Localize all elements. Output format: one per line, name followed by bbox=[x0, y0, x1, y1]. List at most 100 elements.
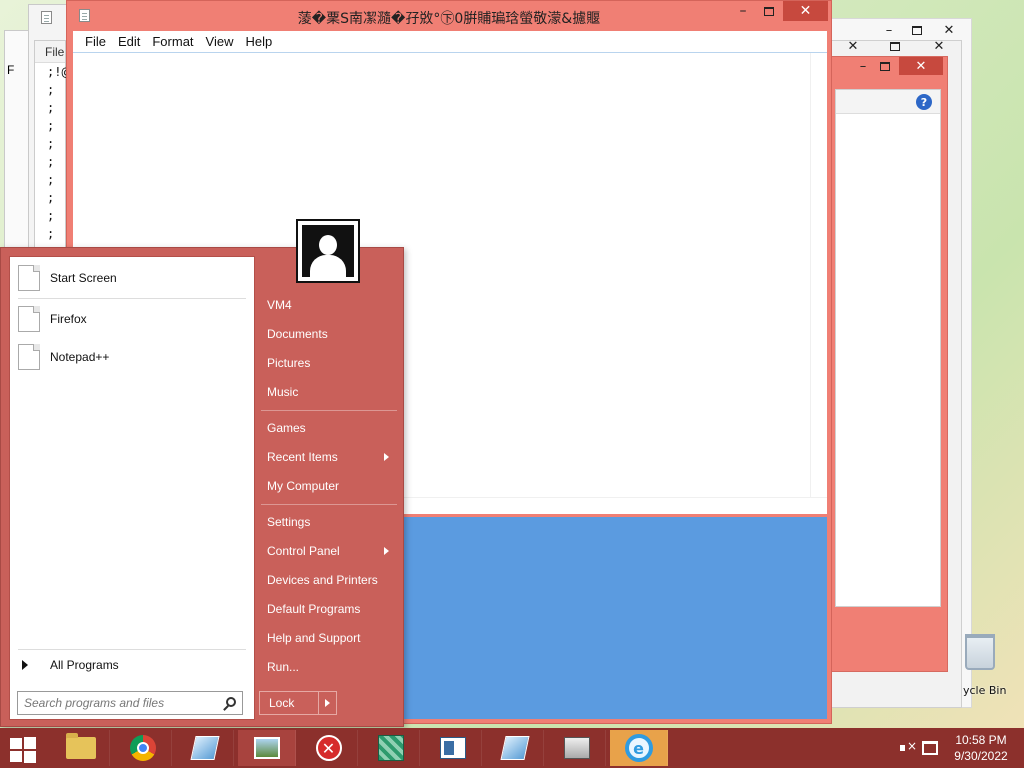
cube-app-icon bbox=[377, 735, 404, 761]
system-tray bbox=[890, 730, 938, 766]
start-link-control-panel[interactable]: Control Panel bbox=[259, 538, 399, 564]
maximize-icon bbox=[880, 61, 890, 71]
close-button[interactable]: ✕ bbox=[841, 37, 865, 55]
maximize-button[interactable] bbox=[883, 37, 907, 55]
recycle-bin[interactable]: ycle Bin bbox=[955, 630, 1015, 700]
separator bbox=[18, 298, 246, 299]
taskbar-cube-app[interactable] bbox=[362, 730, 420, 766]
search-input[interactable] bbox=[24, 696, 214, 710]
start-link-label: Pictures bbox=[267, 356, 311, 370]
lock-button[interactable]: Lock bbox=[259, 691, 337, 715]
peek-text-window[interactable]: File ;!@;;;;;;;;; bbox=[34, 40, 69, 250]
start-link-documents[interactable]: Documents bbox=[259, 321, 399, 347]
start-button[interactable] bbox=[8, 736, 38, 763]
search-icon[interactable] bbox=[226, 697, 236, 707]
start-link-recent-items[interactable]: Recent Items bbox=[259, 444, 399, 470]
taskbar-glass-app-2[interactable] bbox=[486, 730, 544, 766]
clock-date: 9/30/2022 bbox=[954, 749, 1008, 763]
taskbar-form-app[interactable] bbox=[424, 730, 482, 766]
pinned-item-firefox[interactable]: Firefox bbox=[18, 304, 246, 334]
user-icon bbox=[302, 225, 354, 277]
notepad-icon bbox=[41, 11, 52, 24]
taskbar-monitor-app[interactable] bbox=[548, 730, 606, 766]
vertical-scrollbar[interactable] bbox=[810, 53, 827, 497]
close-button[interactable]: ✕ bbox=[899, 57, 943, 75]
all-programs-button[interactable]: All Programs bbox=[18, 655, 246, 675]
network-icon[interactable] bbox=[922, 741, 938, 755]
internet-explorer-icon: e bbox=[624, 734, 653, 762]
close-button[interactable]: ✕ bbox=[923, 37, 955, 55]
file-icon bbox=[18, 265, 40, 291]
start-link-pictures[interactable]: Pictures bbox=[259, 350, 399, 376]
title-bar[interactable]: 蔆�䅇S南㓗瀡�孖敚°㊦0腁䝵㻞琀螢敬濛&攄䞁 – ✕ bbox=[67, 1, 831, 31]
minimize-button[interactable]: – bbox=[731, 1, 755, 21]
taskbar-internet-explorer[interactable]: e bbox=[610, 730, 668, 766]
file-icon bbox=[18, 344, 40, 370]
start-link-music[interactable]: Music bbox=[259, 379, 399, 405]
taskbar-file-explorer[interactable] bbox=[52, 730, 110, 766]
start-link-vm4[interactable]: VM4 bbox=[259, 292, 399, 318]
text-line: ; bbox=[47, 191, 55, 205]
error-app-icon: ✕ bbox=[315, 735, 342, 761]
lock-label: Lock bbox=[269, 696, 295, 710]
separator bbox=[18, 649, 246, 650]
menu-file-short[interactable]: F bbox=[7, 63, 14, 77]
start-link-label: Devices and Printers bbox=[267, 573, 378, 587]
file-icon bbox=[18, 306, 40, 332]
text-line: ; bbox=[47, 209, 55, 223]
chrome-icon bbox=[129, 735, 156, 761]
start-link-label: Documents bbox=[267, 327, 328, 341]
taskbar-picture-viewer[interactable] bbox=[238, 730, 296, 766]
menu-format[interactable]: Format bbox=[148, 34, 197, 49]
maximize-button[interactable] bbox=[873, 57, 897, 75]
taskbar: ✕ e bbox=[0, 728, 1024, 768]
menu-file[interactable]: File bbox=[35, 41, 65, 63]
lock-options-arrow-icon[interactable] bbox=[325, 699, 330, 707]
maximize-button[interactable] bbox=[757, 1, 781, 21]
taskbar-chrome[interactable] bbox=[114, 730, 172, 766]
start-menu-programs-pane: Start Screen Firefox Notepad++ All Progr… bbox=[9, 256, 255, 720]
text-line: ; bbox=[47, 101, 55, 115]
start-link-my-computer[interactable]: My Computer bbox=[259, 473, 399, 499]
text-line: ; bbox=[47, 227, 55, 241]
window-content: ? bbox=[835, 89, 941, 607]
taskbar-error-app[interactable]: ✕ bbox=[300, 730, 358, 766]
recycle-bin-label: ycle Bin bbox=[963, 684, 1007, 697]
minimize-button[interactable]: – bbox=[851, 57, 875, 75]
menu-file[interactable]: File bbox=[81, 34, 110, 49]
taskbar-glass-app[interactable] bbox=[176, 730, 234, 766]
start-link-games[interactable]: Games bbox=[259, 415, 399, 441]
start-link-settings[interactable]: Settings bbox=[259, 509, 399, 535]
start-link-label: Run... bbox=[267, 660, 300, 674]
menu-view[interactable]: View bbox=[202, 34, 238, 49]
clock[interactable]: 10:58 PM 9/30/2022 bbox=[948, 732, 1014, 764]
background-window-front[interactable]: – ✕ ? bbox=[826, 56, 948, 672]
window-title: 蔆�䅇S南㓗瀡�孖敚°㊦0腁䝵㻞琀螢敬濛&攄䞁 bbox=[297, 11, 601, 27]
start-link-run[interactable]: Run... bbox=[259, 654, 399, 680]
search-box[interactable] bbox=[17, 691, 243, 715]
arrow-right-icon bbox=[22, 660, 28, 670]
pinned-item-start-screen[interactable]: Start Screen bbox=[18, 263, 246, 293]
text-line: ; bbox=[47, 119, 55, 133]
help-icon[interactable]: ? bbox=[916, 94, 932, 110]
start-link-label: Control Panel bbox=[267, 544, 340, 558]
window-toolbar: ? bbox=[836, 90, 940, 114]
start-link-devices-and-printers[interactable]: Devices and Printers bbox=[259, 567, 399, 593]
pinned-item-label: Notepad++ bbox=[50, 350, 110, 364]
maximize-icon bbox=[764, 6, 774, 16]
start-link-label: Help and Support bbox=[267, 631, 361, 645]
all-programs-label: All Programs bbox=[50, 658, 119, 672]
pinned-item-notepad-plus-plus[interactable]: Notepad++ bbox=[18, 342, 246, 372]
start-link-help-and-support[interactable]: Help and Support bbox=[259, 625, 399, 651]
speaker-muted-icon[interactable] bbox=[900, 739, 917, 755]
close-button[interactable]: ✕ bbox=[783, 1, 828, 21]
start-menu-places-pane: VM4 Documents Pictures Music Games Recen… bbox=[259, 248, 403, 726]
text-line: ;!@ bbox=[47, 65, 69, 79]
start-link-default-programs[interactable]: Default Programs bbox=[259, 596, 399, 622]
menu-edit[interactable]: Edit bbox=[114, 34, 144, 49]
pinned-item-label: Start Screen bbox=[50, 271, 117, 285]
clock-time: 10:58 PM bbox=[955, 733, 1007, 747]
user-avatar[interactable] bbox=[296, 219, 360, 283]
start-link-label: My Computer bbox=[267, 479, 340, 493]
menu-help[interactable]: Help bbox=[241, 34, 276, 49]
